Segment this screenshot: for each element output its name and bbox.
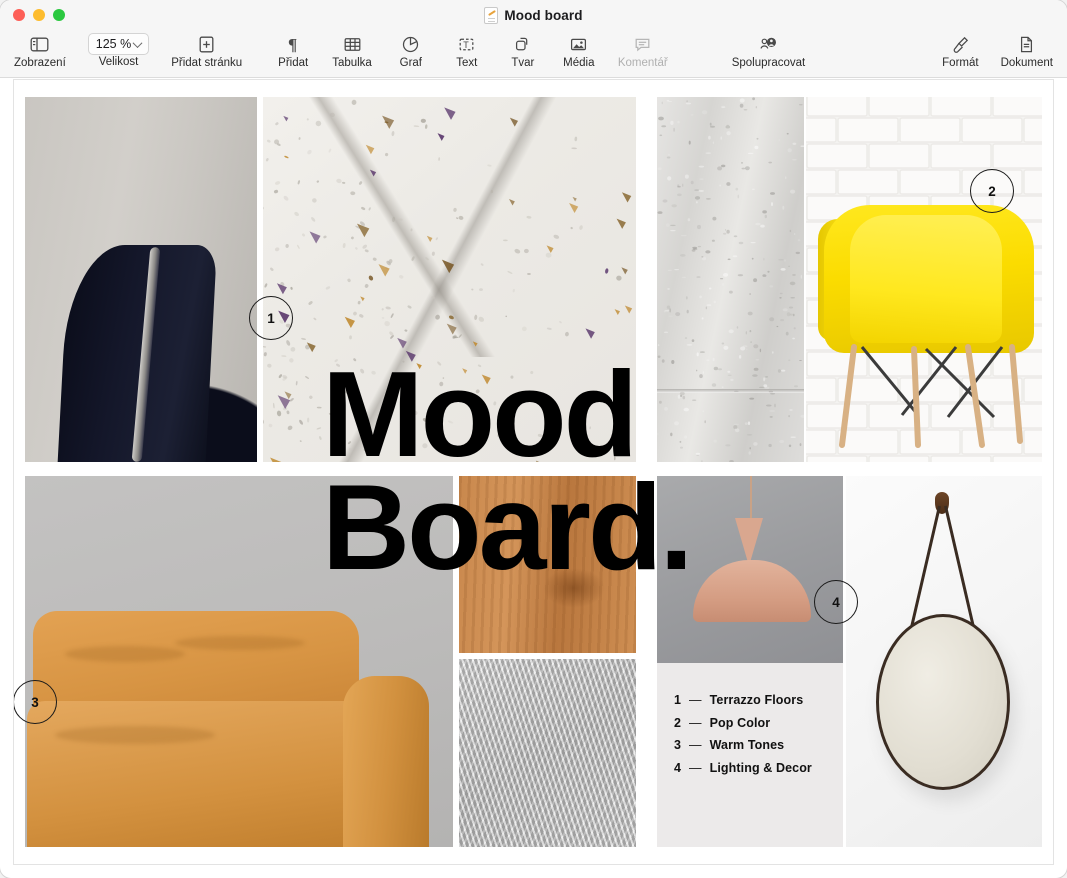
annotation-badge-4[interactable]: 4 [814,580,858,624]
toolbar-button-komentar[interactable]: Komentář [618,30,668,69]
pages-document-icon [484,6,499,24]
toolbar-label: Komentář [617,57,668,69]
toolbar-button-dokument[interactable]: Dokument [1001,30,1053,69]
legend-panel: 1 — Terrazzo Floors 2 — Pop Color 3 — Wa… [657,663,843,847]
maximize-window-button[interactable] [53,9,65,21]
sofa-seat-cushion [27,701,377,847]
toolbar-button-tabulka[interactable]: Tabulka [332,30,372,69]
toolbar-button-format[interactable]: Formát [942,30,979,69]
mood-board-page: 1 — Terrazzo Floors 2 — Pop Color 3 — Wa… [14,80,1053,864]
media-image-icon [569,32,588,56]
title-bar: Mood board [0,0,1067,30]
view-sidebar-icon [30,32,49,56]
paragraph-icon: ¶ [285,32,302,56]
legend-item: 4 — Lighting & Decor [674,761,812,775]
format-brush-icon [951,32,970,56]
legend-number: 4 [674,760,682,775]
toolbar-button-zobrazeni[interactable]: Zobrazení [14,30,66,69]
collaborate-icon [758,32,779,56]
lamp-cord [750,476,752,520]
chart-icon [401,32,420,56]
mirror-glass [876,614,1010,790]
toolbar-button-graf[interactable]: Graf [394,30,428,69]
zoom-value: 125 % [95,37,132,51]
image-wood-grain[interactable] [459,476,636,653]
toolbar-label: Dokument [1000,57,1053,69]
legend-item: 3 — Warm Tones [674,738,812,752]
minimize-window-button[interactable] [33,9,45,21]
legend-number: 1 [674,693,682,707]
chevron-down-icon [132,37,143,48]
legend-dash: — [689,760,702,775]
legend-label: Terrazzo Floors [709,693,804,707]
legend-label: Warm Tones [709,738,785,752]
legend-dash: — [689,738,702,752]
lamp-shade [693,560,811,622]
toolbar-button-tvar[interactable]: Tvar [506,30,540,69]
toolbar-label: Tabulka [332,57,372,69]
toolbar: Zobrazení 125 % Velikost Přidat stránku [0,30,1067,78]
comment-icon [633,32,652,56]
shape-icon [513,32,532,56]
toolbar-button-text[interactable]: T Text [450,30,484,69]
toolbar-label: Graf [399,57,423,69]
toolbar-label: Velikost [98,56,139,68]
toolbar-label: Formát [942,57,979,69]
annotation-badge-3[interactable]: 3 [14,680,57,724]
image-yellow-chair-white-brick[interactable] [806,97,1042,462]
svg-text:¶: ¶ [288,35,297,53]
app-window: Mood board Zobrazení 125 % Velikost Přid… [0,0,1067,878]
document-canvas[interactable]: 1 — Terrazzo Floors 2 — Pop Color 3 — Wa… [13,79,1054,865]
legend-label: Lighting & Decor [709,760,812,775]
annotation-badge-2[interactable]: 2 [970,169,1014,213]
toolbar-label: Spolupracovat [731,57,806,69]
toolbar-label: Média [563,57,595,69]
toolbar-button-spolupracovat[interactable]: Spolupracovat [731,30,806,69]
legend-item: 2 — Pop Color [674,716,812,730]
toolbar-button-media[interactable]: Média [562,30,596,69]
toolbar-label: Přidat [278,57,309,69]
window-title: Mood board [504,7,583,23]
annotation-badge-1[interactable]: 1 [249,296,293,340]
chair-legs [839,344,1023,448]
legend-number: 3 [674,738,682,752]
image-pink-pendant-lamp[interactable] [657,476,843,663]
zoom-pill[interactable]: 125 % [87,33,150,55]
svg-text:T: T [464,40,470,50]
legend-item: 1 — Terrazzo Floors [674,693,812,707]
toolbar-label: Tvar [511,57,535,69]
toolbar-zoom-control[interactable]: 125 % Velikost [87,30,150,68]
image-tan-leather-sofa[interactable] [25,476,453,847]
toolbar-label: Přidat stránku [171,57,243,69]
lamp-cone [735,518,763,566]
legend-label: Pop Color [709,715,771,730]
toolbar-button-pridat-stranku[interactable]: Přidat stránku [171,30,242,69]
image-concrete-wall-strip[interactable] [657,97,804,462]
legend-dash: — [689,715,702,730]
document-icon [1017,32,1036,56]
legend-list: 1 — Terrazzo Floors 2 — Pop Color 3 — Wa… [674,693,812,775]
concrete-texture [657,97,804,462]
image-round-strap-mirror[interactable] [846,476,1042,847]
terrazzo-speckles [263,99,633,462]
wood-knot [543,568,605,608]
image-terrazzo-slab[interactable] [263,97,636,462]
add-page-icon [197,32,216,56]
toolbar-button-pridat[interactable]: ¶ Přidat [276,30,310,69]
close-window-button[interactable] [13,9,25,21]
sofa-arm [343,676,429,847]
window-title-group: Mood board [0,0,1067,30]
image-grey-fur-rug[interactable] [459,659,636,847]
legend-dash: — [689,693,702,707]
toolbar-label: Zobrazení [14,57,66,69]
image-dark-chair-grey-wall[interactable] [25,97,257,462]
traffic-light-group [0,9,65,21]
toolbar-label: Text [456,57,478,69]
text-box-icon: T [457,32,476,56]
legend-number: 2 [674,715,682,730]
table-icon [343,32,362,56]
